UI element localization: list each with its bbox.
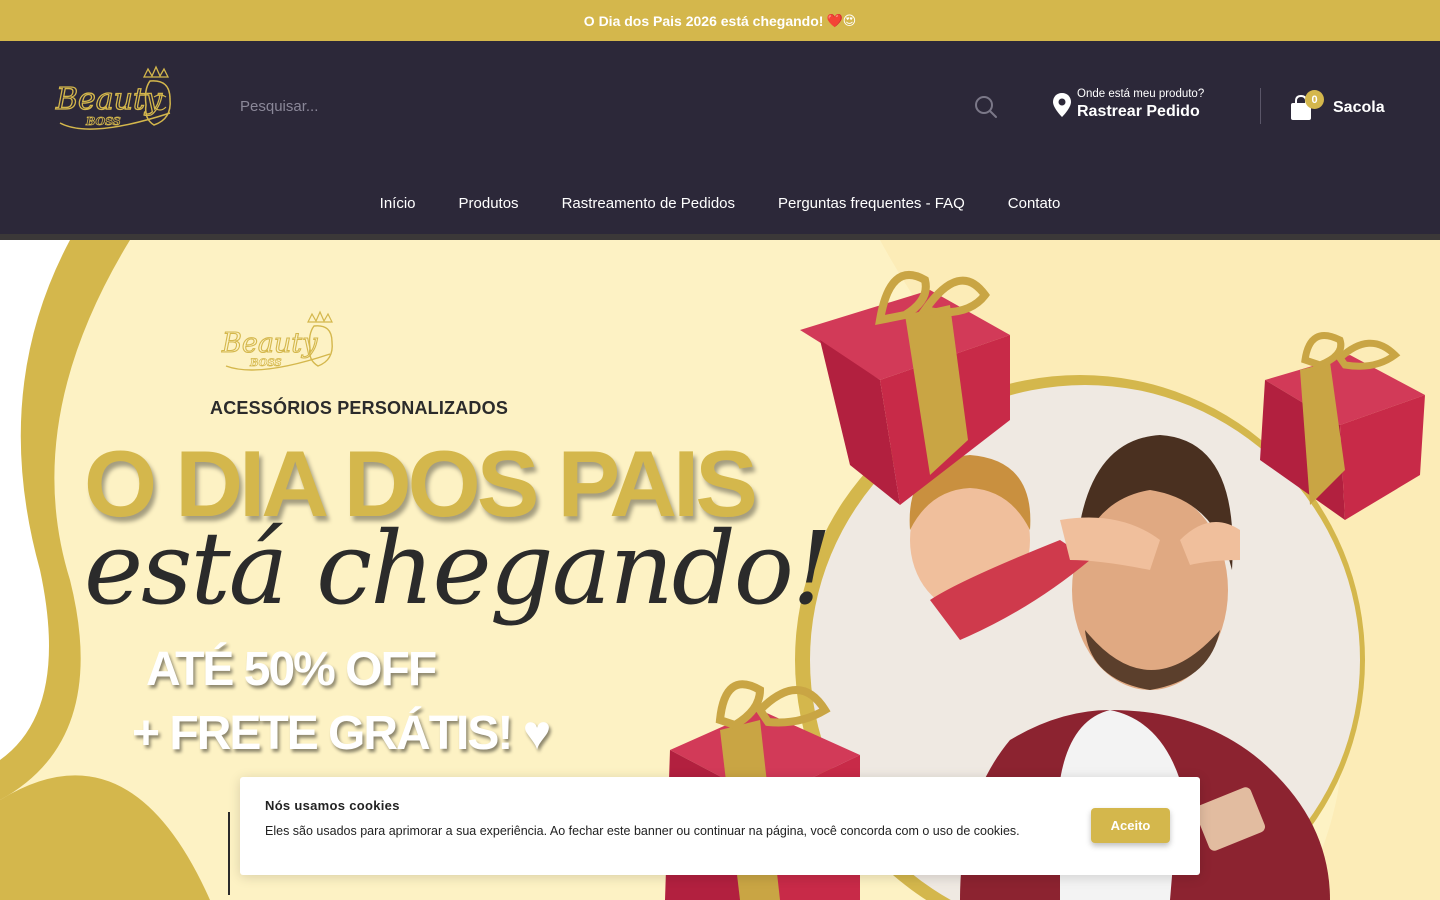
hero-logo-wordmark: Beauty xyxy=(221,328,318,359)
hero-shipping: + FRETE GRÁTIS! ♥ xyxy=(132,706,551,761)
hero-discount: ATÉ 50% OFF xyxy=(146,643,437,696)
nav-item-produtos[interactable]: Produtos xyxy=(459,189,519,219)
announcement-bar: O Dia dos Pais 2026 está chegando! ❤️😍 xyxy=(0,0,1440,41)
hero-logo: Beauty BOSS xyxy=(218,308,348,380)
heart-icon: ♥ xyxy=(522,707,551,760)
header-divider xyxy=(1260,88,1261,124)
hero-script: está chegando! xyxy=(84,510,832,627)
search-icon[interactable] xyxy=(974,95,998,119)
hero-eyebrow: ACESSÓRIOS PERSONALIZADOS xyxy=(210,398,509,418)
cookie-text: Eles são usados para aprimorar a sua exp… xyxy=(265,824,1020,838)
site-header: Beauty BOSS Onde está meu produto? Rastr… xyxy=(0,41,1440,234)
hero-shipping-text: + FRETE GRÁTIS! xyxy=(132,707,513,760)
cookie-accept-button[interactable]: Aceito xyxy=(1091,808,1170,843)
map-pin-icon xyxy=(1052,92,1072,118)
shopping-bag-icon: 0 xyxy=(1290,90,1324,121)
cookie-banner: Nós usamos cookies Eles são usados para … xyxy=(240,777,1200,875)
search-input[interactable] xyxy=(240,89,1000,123)
brand-logo[interactable]: Beauty BOSS xyxy=(50,61,180,141)
track-order-caption: Onde está meu produto? xyxy=(1077,88,1205,100)
nav-item-faq[interactable]: Perguntas frequentes - FAQ xyxy=(778,189,965,219)
bag-label: Sacola xyxy=(1333,99,1385,116)
track-order-link[interactable]: Onde está meu produto? Rastrear Pedido xyxy=(1052,87,1204,123)
logo-subtitle: BOSS xyxy=(85,115,121,128)
announcement-text: O Dia dos Pais 2026 está chegando! xyxy=(583,12,824,29)
nav-item-contato[interactable]: Contato xyxy=(1008,189,1061,219)
cookie-title: Nós usamos cookies xyxy=(265,798,400,813)
nav-item-rastreamento[interactable]: Rastreamento de Pedidos xyxy=(562,189,735,219)
hero-logo-subtitle: BOSS xyxy=(249,358,282,369)
nav-item-inicio[interactable]: Início xyxy=(380,189,416,219)
main-navigation: Início Produtos Rastreamento de Pedidos … xyxy=(0,189,1440,219)
track-order-label: Rastrear Pedido xyxy=(1077,103,1200,120)
announcement-emojis: ❤️😍 xyxy=(826,12,857,28)
shopping-bag-button[interactable]: 0 Sacola xyxy=(1290,90,1385,121)
search-box xyxy=(240,89,1000,123)
bag-count-badge: 0 xyxy=(1305,90,1324,109)
